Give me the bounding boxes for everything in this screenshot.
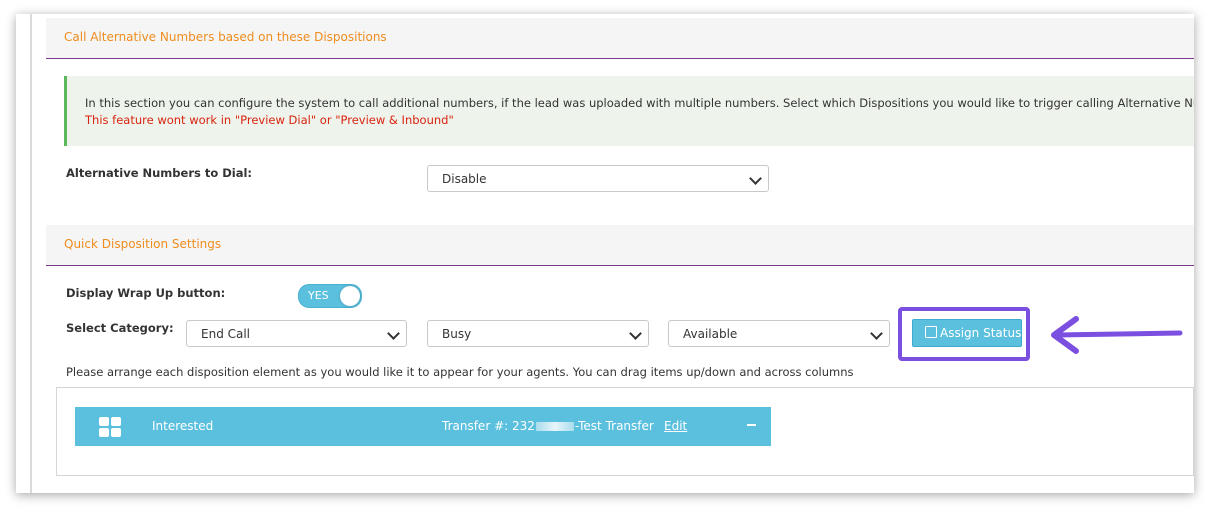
category-select-2-value: Busy	[442, 327, 472, 341]
chevron-down-icon	[749, 172, 762, 185]
assign-status-highlight: Assign Status	[898, 307, 1030, 361]
section-title: Quick Disposition Settings	[64, 237, 222, 251]
chevron-down-icon	[870, 327, 883, 340]
category-select-1-value: End Call	[201, 327, 251, 341]
wrap-up-toggle[interactable]: YES	[298, 284, 362, 308]
assign-status-label: Assign Status	[940, 326, 1022, 340]
section-title: Call Alternative Numbers based on these …	[64, 30, 387, 44]
assign-status-button[interactable]: Assign Status	[912, 319, 1022, 347]
section-header-quick-disposition: Quick Disposition Settings	[46, 225, 1194, 266]
disposition-item[interactable]: Interested Transfer #: 232 -Test Transfer…	[75, 407, 771, 446]
arrange-hint: Please arrange each disposition element …	[66, 365, 854, 379]
info-alert: In this section you can configure the sy…	[64, 76, 1194, 146]
category-select-1[interactable]: End Call	[186, 320, 407, 347]
toggle-knob	[340, 286, 360, 306]
transfer-suffix: -Test Transfer	[574, 419, 654, 433]
chevron-down-icon	[387, 327, 400, 340]
category-select-3[interactable]: Available	[668, 320, 890, 347]
edit-icon	[925, 326, 937, 338]
disposition-name: Interested	[152, 419, 214, 433]
info-text: In this section you can configure the sy…	[85, 96, 1194, 110]
drag-grid-icon[interactable]	[99, 417, 121, 437]
info-warning: This feature wont work in "Preview Dial"…	[85, 113, 454, 127]
wrap-up-label: Display Wrap Up button:	[66, 286, 226, 300]
left-divider	[30, 14, 32, 493]
pointer-arrow-icon	[1051, 316, 1183, 354]
settings-panel: Call Alternative Numbers based on these …	[16, 14, 1194, 493]
alt-numbers-select[interactable]: Disable	[427, 165, 769, 192]
section-header-alt-numbers: Call Alternative Numbers based on these …	[46, 18, 1194, 59]
collapse-icon[interactable]	[747, 424, 756, 426]
disposition-transfer: Transfer #: 232 -Test Transfer	[442, 419, 654, 433]
chevron-down-icon	[629, 327, 642, 340]
toggle-text: YES	[308, 289, 329, 302]
transfer-prefix: Transfer #: 232	[442, 419, 535, 433]
category-select-2[interactable]: Busy	[427, 320, 649, 347]
alt-numbers-value: Disable	[442, 172, 487, 186]
redacted-number	[535, 422, 574, 431]
category-select-3-value: Available	[683, 327, 738, 341]
alt-numbers-label: Alternative Numbers to Dial:	[66, 166, 253, 180]
category-label: Select Category:	[66, 321, 174, 335]
edit-link[interactable]: Edit	[664, 419, 687, 433]
